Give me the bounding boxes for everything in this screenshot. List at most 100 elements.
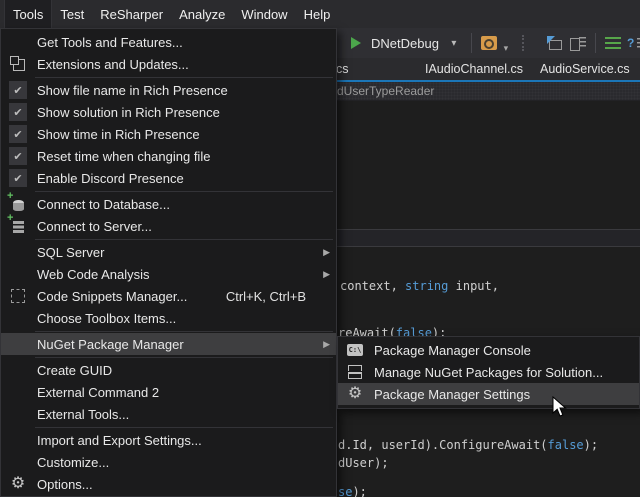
checkmark-icon bbox=[9, 125, 27, 143]
menu-item-label: Code Snippets Manager... bbox=[37, 289, 226, 304]
menu-item-label: Options... bbox=[37, 477, 320, 492]
indent-lines-icon[interactable] bbox=[605, 37, 621, 49]
menubar-item-tools[interactable]: Tools bbox=[4, 0, 52, 28]
checkmark-icon bbox=[9, 81, 27, 99]
breadcrumb[interactable]: dUserTypeReader bbox=[337, 84, 434, 98]
submenu-arrow-icon: ▶ bbox=[320, 269, 330, 280]
menu-item-enable-discord-presence[interactable]: Enable Discord Presence bbox=[1, 167, 336, 189]
menu-item-label: External Command 2 bbox=[37, 385, 320, 400]
menu-item-label: Show file name in Rich Presence bbox=[37, 83, 320, 98]
play-icon[interactable] bbox=[348, 31, 364, 55]
run-config-label[interactable]: DNetDebug bbox=[371, 36, 439, 51]
chevron-down-icon[interactable]: ▾ bbox=[446, 31, 462, 55]
menu-item-label: Enable Discord Presence bbox=[37, 171, 320, 186]
nuget-package-manager-submenu: Package Manager Console Manage NuGet Pack… bbox=[337, 336, 640, 409]
menu-item-show-file-name-in-rich-presence[interactable]: Show file name in Rich Presence bbox=[1, 79, 336, 101]
find-chevron-icon[interactable]: ▾ bbox=[498, 36, 514, 60]
menu-item-extensions-and-updates[interactable]: Extensions and Updates... bbox=[1, 53, 336, 75]
menu-item-shortcut: Ctrl+K, Ctrl+B bbox=[226, 289, 306, 304]
code-token: input, bbox=[448, 279, 499, 293]
mouse-cursor bbox=[552, 396, 568, 423]
menu-item-label: NuGet Package Manager bbox=[37, 337, 320, 352]
navigate-back-box-icon[interactable] bbox=[546, 36, 563, 51]
menu-item-show-solution-in-rich-presence[interactable]: Show solution in Rich Presence bbox=[1, 101, 336, 123]
menu-item-create-guid[interactable]: Create GUID bbox=[1, 359, 336, 381]
menu-item-reset-time-when-changing-file[interactable]: Reset time when changing file bbox=[1, 145, 336, 167]
menubar-item-window[interactable]: Window bbox=[233, 0, 295, 28]
database-add-icon bbox=[9, 195, 27, 213]
menubar-item-resharper[interactable]: ReSharper bbox=[92, 0, 171, 28]
menu-separator bbox=[1, 425, 336, 429]
tools-menu-dropdown: Get Tools and Features... Extensions and … bbox=[0, 28, 337, 497]
menu-item-label: Package Manager Settings bbox=[374, 387, 623, 402]
menu-item-package-manager-console[interactable]: Package Manager Console bbox=[338, 339, 639, 361]
code-line: context, string input, bbox=[340, 279, 499, 293]
menu-item-label: Package Manager Console bbox=[374, 343, 623, 358]
paste-lines-icon[interactable] bbox=[569, 36, 586, 51]
menu-separator bbox=[1, 75, 336, 79]
menu-separator bbox=[1, 189, 336, 193]
menu-item-web-code-analysis[interactable]: Web Code Analysis▶ bbox=[1, 263, 336, 285]
menu-item-nuget-package-manager[interactable]: NuGet Package Manager▶ bbox=[1, 333, 336, 355]
package-icon bbox=[346, 363, 364, 381]
checkmark-icon bbox=[9, 147, 27, 165]
tab-iaudiochannel[interactable]: IAudioChannel.cs bbox=[425, 58, 523, 80]
code-token: se bbox=[338, 485, 352, 497]
toolbar-separator bbox=[471, 33, 472, 53]
menu-item-label: Connect to Database... bbox=[37, 197, 320, 212]
checkmark-icon bbox=[9, 103, 27, 121]
menu-item-connect-to-server[interactable]: Connect to Server... bbox=[1, 215, 336, 237]
menu-separator bbox=[1, 237, 336, 241]
menu-item-connect-to-database[interactable]: Connect to Database... bbox=[1, 193, 336, 215]
main-menubar: ToolsTestReSharperAnalyzeWindowHelp bbox=[0, 0, 640, 28]
menu-item-external-command-2[interactable]: External Command 2 bbox=[1, 381, 336, 403]
menu-separator bbox=[1, 355, 336, 359]
menu-item-label: Customize... bbox=[37, 455, 320, 470]
code-token: false bbox=[548, 438, 584, 452]
tab-audioservice[interactable]: AudioService.cs bbox=[540, 58, 630, 80]
menu-item-choose-toolbox-items[interactable]: Choose Toolbox Items... bbox=[1, 307, 336, 329]
question-lines-icon[interactable] bbox=[627, 31, 640, 55]
menu-item-import-and-export-settings[interactable]: Import and Export Settings... bbox=[1, 429, 336, 451]
menu-item-label: Show time in Rich Presence bbox=[37, 127, 320, 142]
extensions-icon bbox=[9, 55, 27, 73]
menu-item-sql-server[interactable]: SQL Server▶ bbox=[1, 241, 336, 263]
editor-divider-band bbox=[337, 229, 640, 247]
menu-item-label: Create GUID bbox=[37, 363, 320, 378]
menu-item-label: Choose Toolbox Items... bbox=[37, 311, 320, 326]
gear-icon bbox=[346, 385, 364, 403]
menu-item-external-tools[interactable]: External Tools... bbox=[1, 403, 336, 425]
menu-item-label: Show solution in Rich Presence bbox=[37, 105, 320, 120]
tab-clipped-document[interactable]: cs bbox=[336, 58, 349, 80]
toolbar-drag-handle[interactable] bbox=[522, 35, 538, 51]
code-token: ); bbox=[352, 485, 366, 497]
submenu-arrow-icon: ▶ bbox=[320, 339, 330, 350]
code-token: dUser); bbox=[338, 456, 389, 470]
code-token: string bbox=[405, 279, 448, 293]
menu-item-label: Web Code Analysis bbox=[37, 267, 320, 282]
menubar-item-test[interactable]: Test bbox=[52, 0, 92, 28]
menu-item-customize[interactable]: Customize... bbox=[1, 451, 336, 473]
menu-item-package-manager-settings[interactable]: Package Manager Settings bbox=[338, 383, 639, 405]
menubar-item-analyze[interactable]: Analyze bbox=[171, 0, 233, 28]
selection-box-icon bbox=[9, 287, 27, 305]
menu-separator bbox=[1, 329, 336, 333]
menu-item-label: SQL Server bbox=[37, 245, 320, 260]
code-line: dUser); bbox=[338, 456, 389, 470]
menu-item-label: Connect to Server... bbox=[37, 219, 320, 234]
menu-item-label: Get Tools and Features... bbox=[37, 35, 320, 50]
menubar-item-help[interactable]: Help bbox=[296, 0, 339, 28]
menu-item-get-tools-and-features[interactable]: Get Tools and Features... bbox=[1, 31, 336, 53]
menu-item-manage-nuget-packages-for-solution[interactable]: Manage NuGet Packages for Solution... bbox=[338, 361, 639, 383]
code-line: se); bbox=[338, 485, 367, 497]
menu-item-label: Import and Export Settings... bbox=[37, 433, 320, 448]
find-in-files-icon[interactable] bbox=[481, 36, 497, 50]
menu-item-options[interactable]: Options... bbox=[1, 473, 336, 495]
menu-item-show-time-in-rich-presence[interactable]: Show time in Rich Presence bbox=[1, 123, 336, 145]
checkmark-icon bbox=[9, 169, 27, 187]
menu-item-code-snippets-manager[interactable]: Code Snippets Manager...Ctrl+K, Ctrl+B bbox=[1, 285, 336, 307]
code-token: context, bbox=[340, 279, 405, 293]
server-add-icon bbox=[9, 217, 27, 235]
gear-icon bbox=[9, 475, 27, 493]
submenu-arrow-icon: ▶ bbox=[320, 247, 330, 258]
